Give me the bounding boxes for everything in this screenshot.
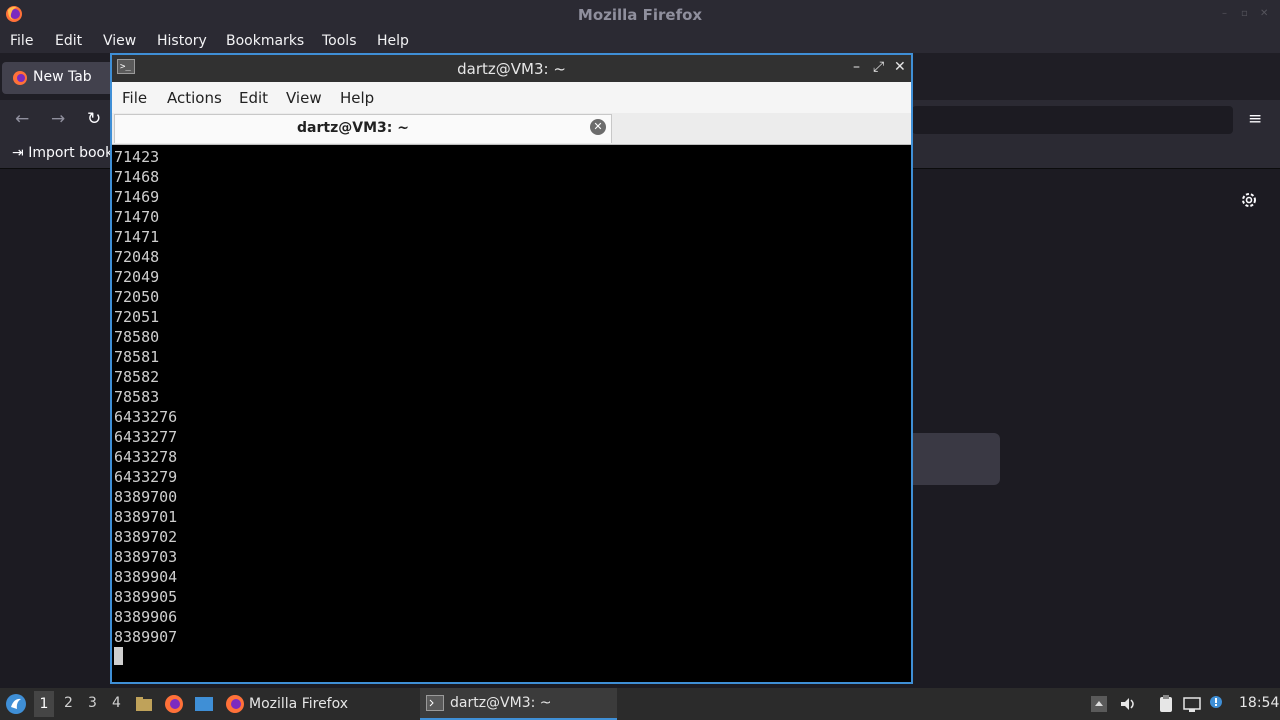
menu-actions[interactable]: Actions bbox=[167, 89, 222, 107]
terminal-output-line: 71423 bbox=[114, 148, 160, 166]
terminal-output-line: 8389702 bbox=[114, 528, 178, 546]
terminal-output-line: 72049 bbox=[114, 268, 160, 286]
terminal-output-line: 72051 bbox=[114, 308, 160, 326]
menu-edit[interactable]: Edit bbox=[55, 33, 82, 49]
firefox-menubar: File Edit View History Bookmarks Tools H… bbox=[0, 29, 1280, 53]
terminal-tab-label: dartz@VM3: ~ bbox=[297, 120, 409, 136]
terminal-output-line: 78581 bbox=[114, 348, 160, 366]
terminal-output-line: 78582 bbox=[114, 368, 160, 386]
terminal-output-line: 8389905 bbox=[114, 588, 178, 606]
terminal-output-line: 72048 bbox=[114, 248, 160, 266]
workspace-4[interactable]: 4 bbox=[112, 695, 121, 711]
terminal-prompt-line bbox=[114, 647, 909, 667]
terminal-output-line: 78583 bbox=[114, 388, 160, 406]
close-icon[interactable]: ✕ bbox=[1260, 9, 1270, 19]
firefox-icon bbox=[13, 71, 27, 85]
firefox-launcher-icon[interactable] bbox=[164, 694, 184, 714]
import-bookmarks-label: Import book bbox=[28, 145, 114, 161]
desktop-icon[interactable] bbox=[194, 694, 214, 714]
terminal-output-line: 78580 bbox=[114, 328, 160, 346]
terminal-output-line: 71470 bbox=[114, 208, 160, 226]
menu-view[interactable]: View bbox=[286, 89, 322, 107]
start-menu-icon[interactable] bbox=[5, 693, 27, 715]
terminal-titlebar: >_ dartz@VM3: ~ – ⤢ ✕ bbox=[112, 55, 911, 82]
taskbar bbox=[0, 688, 1280, 720]
terminal-output-line: 8389703 bbox=[114, 548, 178, 566]
volume-icon[interactable] bbox=[1118, 694, 1138, 714]
minimize-icon[interactable]: – bbox=[1222, 9, 1232, 19]
terminal-output-line: 72050 bbox=[114, 288, 160, 306]
terminal-output-line: 6433278 bbox=[114, 448, 178, 466]
minimize-icon[interactable]: – bbox=[853, 59, 860, 75]
import-bookmarks-button[interactable]: ⇥ Import book bbox=[12, 145, 113, 161]
close-tab-icon[interactable]: ✕ bbox=[590, 119, 606, 135]
menu-help[interactable]: Help bbox=[340, 89, 374, 107]
workspace-3[interactable]: 3 bbox=[88, 695, 97, 711]
terminal-output-line: 8389701 bbox=[114, 508, 178, 526]
terminal-output-line: 8389700 bbox=[114, 488, 178, 506]
clipboard-icon[interactable] bbox=[1156, 694, 1176, 714]
terminal-output[interactable]: 71423 71468 71469 71470 71471 72048 72049 72050… bbox=[114, 147, 909, 682]
tray-up-arrow-icon[interactable] bbox=[1090, 694, 1108, 714]
back-icon[interactable]: ← bbox=[15, 109, 29, 129]
menu-file[interactable]: File bbox=[122, 89, 147, 107]
firefox-icon bbox=[226, 695, 244, 713]
terminal-window: >_ dartz@VM3: ~ – ⤢ ✕ File Actions Edit … bbox=[110, 53, 913, 684]
terminal-tabbar: dartz@VM3: ~ ✕ bbox=[112, 113, 911, 145]
terminal-output-line: 8389904 bbox=[114, 568, 178, 586]
menu-history[interactable]: History bbox=[157, 33, 207, 49]
terminal-output-line: 71471 bbox=[114, 228, 160, 246]
close-icon[interactable]: ✕ bbox=[894, 59, 906, 75]
menu-view[interactable]: View bbox=[103, 33, 136, 49]
workspace-1[interactable]: 1 bbox=[34, 691, 54, 717]
file-manager-icon[interactable] bbox=[134, 694, 154, 714]
terminal-output-line: 6433277 bbox=[114, 428, 178, 446]
terminal-cursor bbox=[114, 647, 123, 665]
terminal-tab[interactable]: dartz@VM3: ~ ✕ bbox=[114, 114, 612, 143]
forward-icon[interactable]: → bbox=[51, 109, 65, 129]
firefox-window-title: Mozilla Firefox bbox=[577, 6, 703, 24]
maximize-icon[interactable]: ▫ bbox=[1241, 9, 1251, 19]
taskbar-task-firefox[interactable]: Mozilla Firefox bbox=[249, 696, 348, 712]
terminal-output-line: 8389907 bbox=[114, 628, 178, 646]
notification-icon[interactable] bbox=[1208, 694, 1224, 714]
menu-file[interactable]: File bbox=[10, 33, 33, 49]
clock: 18:54 bbox=[1239, 695, 1280, 711]
menu-bookmarks[interactable]: Bookmarks bbox=[226, 33, 304, 49]
terminal-icon bbox=[426, 695, 444, 711]
firefox-titlebar: Mozilla Firefox – ▫ ✕ bbox=[0, 0, 1280, 29]
url-bar[interactable] bbox=[912, 106, 1233, 134]
tab-label: New Tab bbox=[33, 69, 92, 85]
menu-help[interactable]: Help bbox=[377, 33, 409, 49]
import-icon: ⇥ bbox=[12, 145, 24, 161]
tab-new-tab[interactable]: New Tab bbox=[2, 62, 118, 94]
menu-tools[interactable]: Tools bbox=[322, 33, 357, 49]
terminal-output-line: 6433279 bbox=[114, 468, 178, 486]
maximize-icon[interactable]: ⤢ bbox=[873, 59, 884, 75]
newtab-search-box[interactable] bbox=[912, 433, 1000, 485]
network-icon[interactable] bbox=[1182, 694, 1202, 714]
taskbar-task-terminal-label: dartz@VM3: ~ bbox=[450, 695, 552, 711]
menu-edit[interactable]: Edit bbox=[239, 89, 268, 107]
workspace-2[interactable]: 2 bbox=[64, 695, 73, 711]
hamburger-menu-icon[interactable]: ≡ bbox=[1248, 109, 1262, 129]
terminal-window-title: dartz@VM3: ~ bbox=[457, 60, 566, 78]
terminal-output-line: 71468 bbox=[114, 168, 160, 186]
terminal-menubar: File Actions Edit View Help bbox=[112, 82, 911, 113]
terminal-output-line: 71469 bbox=[114, 188, 160, 206]
terminal-output-line: 8389906 bbox=[114, 608, 178, 626]
terminal-output-line: 6433276 bbox=[114, 408, 178, 426]
reload-icon[interactable]: ↻ bbox=[87, 109, 101, 129]
gear-icon[interactable] bbox=[1239, 190, 1259, 210]
